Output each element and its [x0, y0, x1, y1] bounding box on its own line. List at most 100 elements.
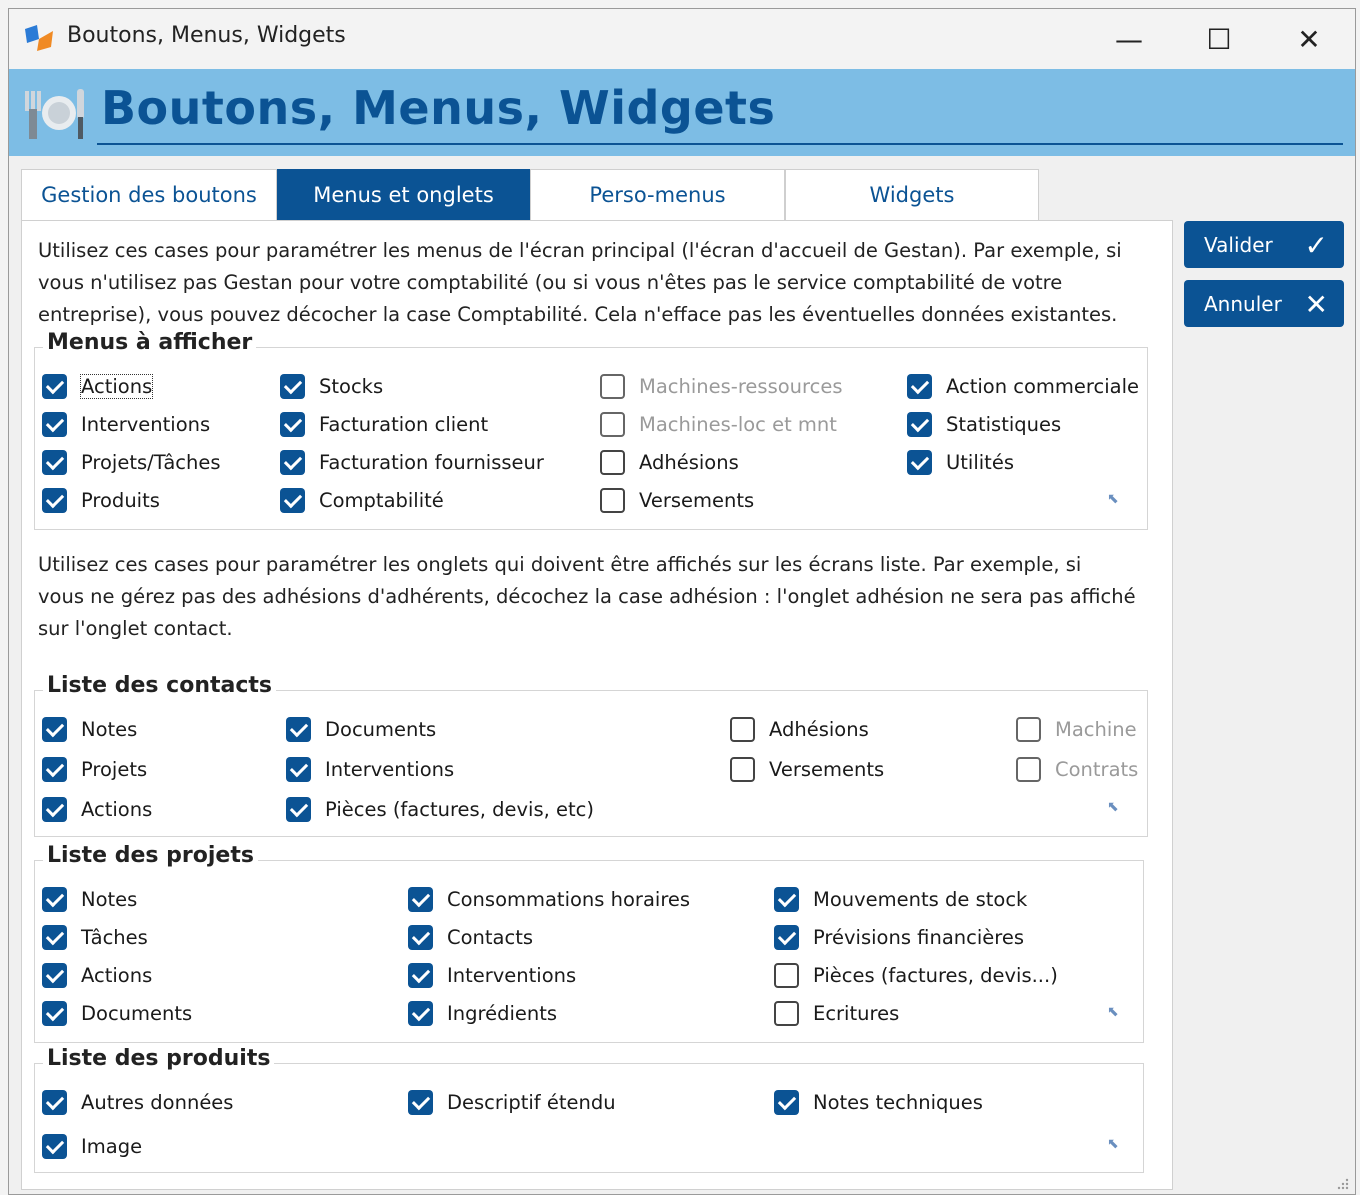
maximize-button[interactable]: ☐: [1199, 19, 1239, 59]
checkbox-projets-contacts[interactable]: Contacts: [408, 925, 533, 950]
close-button[interactable]: ✕: [1289, 19, 1329, 59]
group-title: Liste des contacts: [43, 673, 277, 698]
checkbox-facturation-fournisseur[interactable]: Facturation fournisseur: [280, 450, 544, 475]
check-icon: [42, 1001, 67, 1026]
cutlery-icon: [25, 89, 84, 139]
checkbox-projets-taches[interactable]: Tâches: [42, 925, 148, 950]
check-icon: [42, 412, 67, 437]
checkbox-contacts-interventions[interactable]: Interventions: [286, 757, 454, 782]
checkbox-facturation-client[interactable]: Facturation client: [280, 412, 488, 437]
resize-grip-icon[interactable]: [1335, 1176, 1349, 1190]
checkbox-stocks[interactable]: Stocks: [280, 374, 383, 399]
checkbox-action-commerciale[interactable]: Action commerciale: [907, 374, 1139, 399]
group-liste-produits: Liste des produits Autres données Image …: [34, 1046, 1144, 1173]
check-icon: [408, 963, 433, 988]
group-menus-a-afficher: Menus à afficher Actions Interventions P…: [34, 330, 1148, 530]
checkbox-produits[interactable]: Produits: [42, 488, 160, 513]
checkbox-produits-image[interactable]: Image: [42, 1134, 142, 1159]
title-bar: Boutons, Menus, Widgets — ☐ ✕: [9, 9, 1355, 69]
checkbox-contacts-versements[interactable]: Versements: [730, 757, 884, 782]
checkbox-produits-descriptif[interactable]: Descriptif étendu: [408, 1090, 616, 1115]
pin-icon[interactable]: ⬉: [1107, 799, 1119, 815]
checkbox-utilites[interactable]: Utilités: [907, 450, 1014, 475]
check-icon: [42, 374, 67, 399]
checkbox-contacts-contrats[interactable]: Contrats: [1016, 757, 1138, 782]
checkbox-contacts-actions[interactable]: Actions: [42, 797, 152, 822]
checkbox-contacts-projets[interactable]: Projets: [42, 757, 147, 782]
checkbox-versements[interactable]: Versements: [600, 488, 754, 513]
checkbox-produits-notes-techniques[interactable]: Notes techniques: [774, 1090, 983, 1115]
checkbox-actions[interactable]: Actions: [42, 374, 154, 399]
title-underline: [97, 143, 1343, 145]
check-icon: [907, 450, 932, 475]
checkbox-projets-taches[interactable]: Projets/Tâches: [42, 450, 221, 475]
tab-widgets[interactable]: Widgets: [785, 169, 1039, 220]
checkbox-projets-documents[interactable]: Documents: [42, 1001, 192, 1026]
check-icon: [42, 797, 67, 822]
checkbox-statistiques[interactable]: Statistiques: [907, 412, 1061, 437]
check-icon: [408, 1001, 433, 1026]
check-icon: [42, 488, 67, 513]
minimize-button[interactable]: —: [1109, 19, 1149, 59]
pin-icon[interactable]: ⬉: [1107, 1004, 1119, 1020]
check-icon: [286, 797, 311, 822]
check-icon: [42, 925, 67, 950]
checkbox-produits-autres[interactable]: Autres données: [42, 1090, 233, 1115]
tab-perso-menus[interactable]: Perso-menus: [530, 169, 785, 220]
page-title: Boutons, Menus, Widgets: [101, 81, 776, 135]
checkbox-adhesions[interactable]: Adhésions: [600, 450, 739, 475]
check-icon: [280, 374, 305, 399]
annuler-button[interactable]: Annuler ✕: [1184, 280, 1344, 327]
checkbox-projets-mouvements[interactable]: Mouvements de stock: [774, 887, 1027, 912]
check-icon: [42, 757, 67, 782]
header-banner: Boutons, Menus, Widgets: [9, 69, 1355, 156]
check-icon: [774, 1090, 799, 1115]
checkbox-contacts-adhesions[interactable]: Adhésions: [730, 717, 869, 742]
check-icon: [774, 925, 799, 950]
app-icon: [25, 25, 53, 51]
check-icon: [408, 925, 433, 950]
check-icon: [280, 412, 305, 437]
checkbox-contacts-documents[interactable]: Documents: [286, 717, 436, 742]
pin-icon[interactable]: ⬉: [1107, 491, 1119, 507]
window-title: Boutons, Menus, Widgets: [67, 23, 346, 48]
check-icon: ✓: [1304, 229, 1328, 262]
checkbox-projets-actions[interactable]: Actions: [42, 963, 152, 988]
checkbox-machines-ressources[interactable]: Machines-ressources: [600, 374, 842, 399]
check-icon: [42, 1134, 67, 1159]
checkbox-comptabilite[interactable]: Comptabilité: [280, 488, 444, 513]
checkbox-projets-notes[interactable]: Notes: [42, 887, 137, 912]
dialog-window: Boutons, Menus, Widgets — ☐ ✕ Boutons, M…: [8, 8, 1356, 1195]
valider-button[interactable]: Valider ✓: [1184, 221, 1344, 268]
pin-icon[interactable]: ⬉: [1107, 1136, 1119, 1152]
checkbox-projets-interventions[interactable]: Interventions: [408, 963, 576, 988]
tab-bar: Gestion des boutons Menus et onglets Per…: [21, 169, 1039, 220]
cross-icon: ✕: [1304, 288, 1328, 321]
checkbox-interventions[interactable]: Interventions: [42, 412, 210, 437]
checkbox-projets-previsions[interactable]: Prévisions financières: [774, 925, 1024, 950]
tab-gestion-boutons[interactable]: Gestion des boutons: [21, 169, 277, 220]
checkbox-projets-consommations[interactable]: Consommations horaires: [408, 887, 690, 912]
checkbox-contacts-machine[interactable]: Machine: [1016, 717, 1137, 742]
checkbox-projets-ingredients[interactable]: Ingrédients: [408, 1001, 557, 1026]
check-icon: [408, 1090, 433, 1115]
checkbox-contacts-notes[interactable]: Notes: [42, 717, 137, 742]
check-icon: [774, 887, 799, 912]
tab-menus-onglets[interactable]: Menus et onglets: [277, 169, 530, 220]
check-icon: [907, 374, 932, 399]
check-icon: [286, 717, 311, 742]
check-icon: [280, 488, 305, 513]
checkbox-machines-loc[interactable]: Machines-loc et mnt: [600, 412, 837, 437]
checkbox-contacts-pieces[interactable]: Pièces (factures, devis, etc): [286, 797, 594, 822]
onglets-intro-text: Utilisez ces cases pour paramétrer les o…: [38, 553, 1136, 640]
check-icon: [286, 757, 311, 782]
check-icon: [42, 450, 67, 475]
group-title: Liste des produits: [43, 1046, 275, 1071]
group-title: Liste des projets: [43, 843, 258, 868]
minimize-icon: —: [1115, 22, 1143, 56]
checkbox-projets-pieces[interactable]: Pièces (factures, devis...): [774, 963, 1058, 988]
group-title: Menus à afficher: [43, 330, 257, 355]
checkbox-projets-ecritures[interactable]: Ecritures: [774, 1001, 899, 1026]
check-icon: [42, 1090, 67, 1115]
menus-intro-text: Utilisez ces cases pour paramétrer les m…: [38, 239, 1122, 326]
